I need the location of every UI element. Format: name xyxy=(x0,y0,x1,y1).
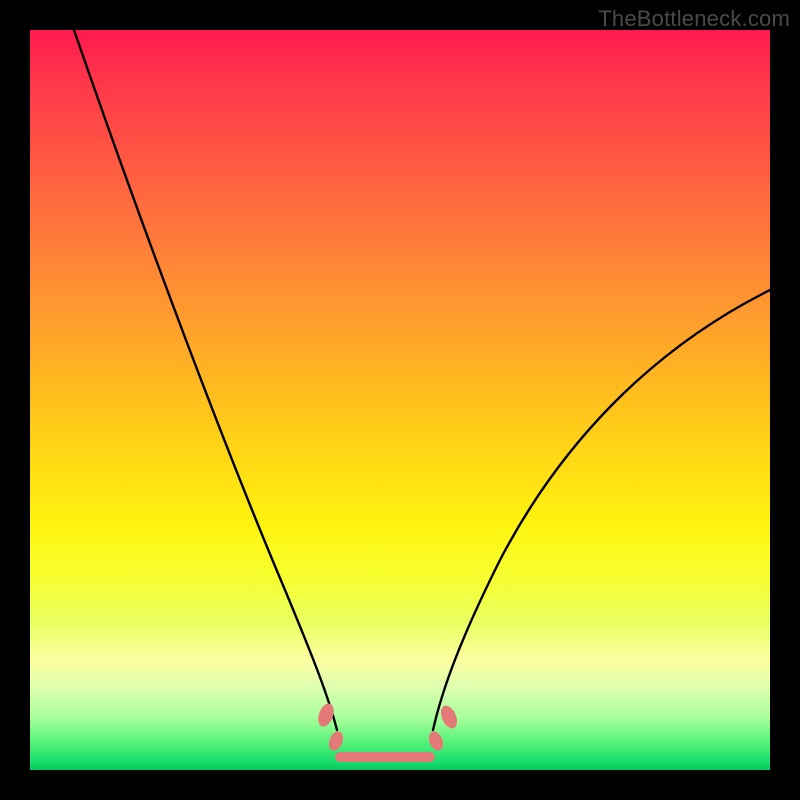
plot-area xyxy=(30,30,770,770)
marker-right-lower xyxy=(426,729,446,752)
chart-frame: TheBottleneck.com xyxy=(0,0,800,800)
curve-layer xyxy=(30,30,770,770)
watermark-text: TheBottleneck.com xyxy=(598,6,790,32)
right-curve xyxy=(433,290,770,730)
left-curve xyxy=(74,30,337,730)
marker-right-upper xyxy=(438,703,461,731)
marker-left-lower xyxy=(326,729,346,752)
